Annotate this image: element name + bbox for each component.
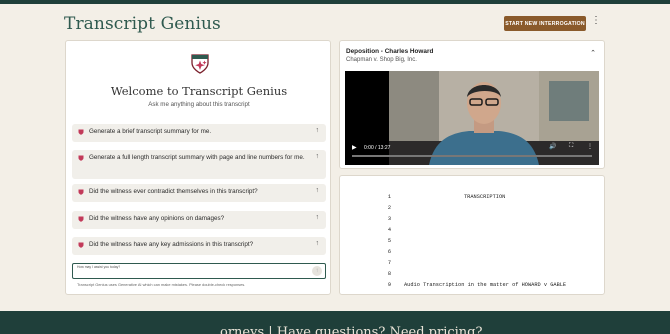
arrow-up-icon[interactable]: ↑ xyxy=(316,239,320,249)
suggestion-label: Did the witness have any key admissions … xyxy=(89,241,254,248)
deposition-title: Deposition - Charles Howard xyxy=(346,48,434,55)
line-number: 7 xyxy=(387,260,391,266)
chevron-up-icon[interactable]: ⌃ xyxy=(590,49,596,57)
fullscreen-icon[interactable]: ⛶ xyxy=(569,143,573,150)
suggestion-brief-summary[interactable]: Generate a brief transcript summary for … xyxy=(72,124,326,142)
suggestion-contradictions[interactable]: Did the witness ever contradict themselv… xyxy=(72,184,326,202)
video-time: 0:00 / 13:27 xyxy=(364,145,391,151)
suggestion-damages[interactable]: Did the witness have any opinions on dam… xyxy=(72,211,326,229)
line-number: 2 xyxy=(387,205,391,211)
ask-input[interactable]: How may I assist you today? ↑ xyxy=(72,263,326,279)
suggestion-label: Generate a brief transcript summary for … xyxy=(89,128,212,135)
suggestion-label: Generate a full length transcript summar… xyxy=(89,154,305,161)
send-arrow-icon[interactable]: ↑ xyxy=(312,266,322,276)
shield-icon xyxy=(78,189,84,195)
line-number: 8 xyxy=(387,271,391,277)
line-number: 6 xyxy=(387,249,391,255)
more-vertical-icon[interactable]: ⋮ xyxy=(591,16,601,29)
ask-input-label: How may I assist you today? xyxy=(77,265,121,269)
line-number: 5 xyxy=(387,238,391,244)
video-frame-image xyxy=(389,71,599,165)
shield-icon xyxy=(78,242,84,248)
footer-banner: orneys | Have questions? Need pricing? xyxy=(0,311,670,334)
transcript-heading: TRANSCRIPTION xyxy=(464,194,506,200)
shield-icon xyxy=(78,129,84,135)
suggestion-full-summary[interactable]: Generate a full length transcript summar… xyxy=(72,150,326,179)
shield-sparkle-icon xyxy=(191,54,209,74)
chat-panel: Welcome to Transcript Genius Ask me anyt… xyxy=(65,40,331,295)
welcome-heading: Welcome to Transcript Genius xyxy=(110,84,288,98)
suggestion-label: Did the witness have any opinions on dam… xyxy=(89,215,225,222)
transcript-line-9: Audio Transcription in the matter of HOW… xyxy=(404,282,567,288)
top-accent-bar xyxy=(0,0,670,4)
line-number: 9 xyxy=(387,282,391,288)
footer-text: orneys | Have questions? Need pricing? xyxy=(220,325,483,334)
suggestion-admissions[interactable]: Did the witness have any key admissions … xyxy=(72,237,326,255)
video-more-icon[interactable]: ⋮ xyxy=(587,143,593,150)
line-number: 4 xyxy=(387,227,391,233)
shield-icon xyxy=(78,216,84,222)
ai-disclaimer: Transcript Genius uses Generative AI whi… xyxy=(77,282,246,287)
start-new-interrogation-button[interactable]: START NEW INTERROGATION xyxy=(504,16,586,31)
case-name: Chapman v. Shop Big, Inc. xyxy=(346,57,417,63)
video-progress-bar[interactable] xyxy=(352,155,592,157)
deposition-video-panel: Deposition - Charles Howard Chapman v. S… xyxy=(339,40,605,169)
arrow-up-icon[interactable]: ↑ xyxy=(316,152,320,162)
arrow-up-icon[interactable]: ↑ xyxy=(316,213,320,223)
play-icon[interactable]: ▶ xyxy=(352,144,357,151)
suggestion-label: Did the witness ever contradict themselv… xyxy=(89,188,258,195)
arrow-up-icon[interactable]: ↑ xyxy=(316,186,320,196)
video-player[interactable]: ▶ 0:00 / 13:27 🔊 ⛶ ⋮ xyxy=(345,71,599,165)
volume-icon[interactable]: 🔊 xyxy=(549,143,556,150)
arrow-up-icon[interactable]: ↑ xyxy=(316,126,320,136)
transcript-panel: TRANSCRIPTION 1 2 3 4 5 6 7 8 9 Audio Tr… xyxy=(339,175,605,295)
welcome-subtitle: Ask me anything about this transcript xyxy=(148,101,250,108)
shield-icon xyxy=(78,155,84,161)
line-number: 1 xyxy=(387,194,391,200)
app-title: Transcript Genius xyxy=(64,14,221,34)
line-number: 3 xyxy=(387,216,391,222)
